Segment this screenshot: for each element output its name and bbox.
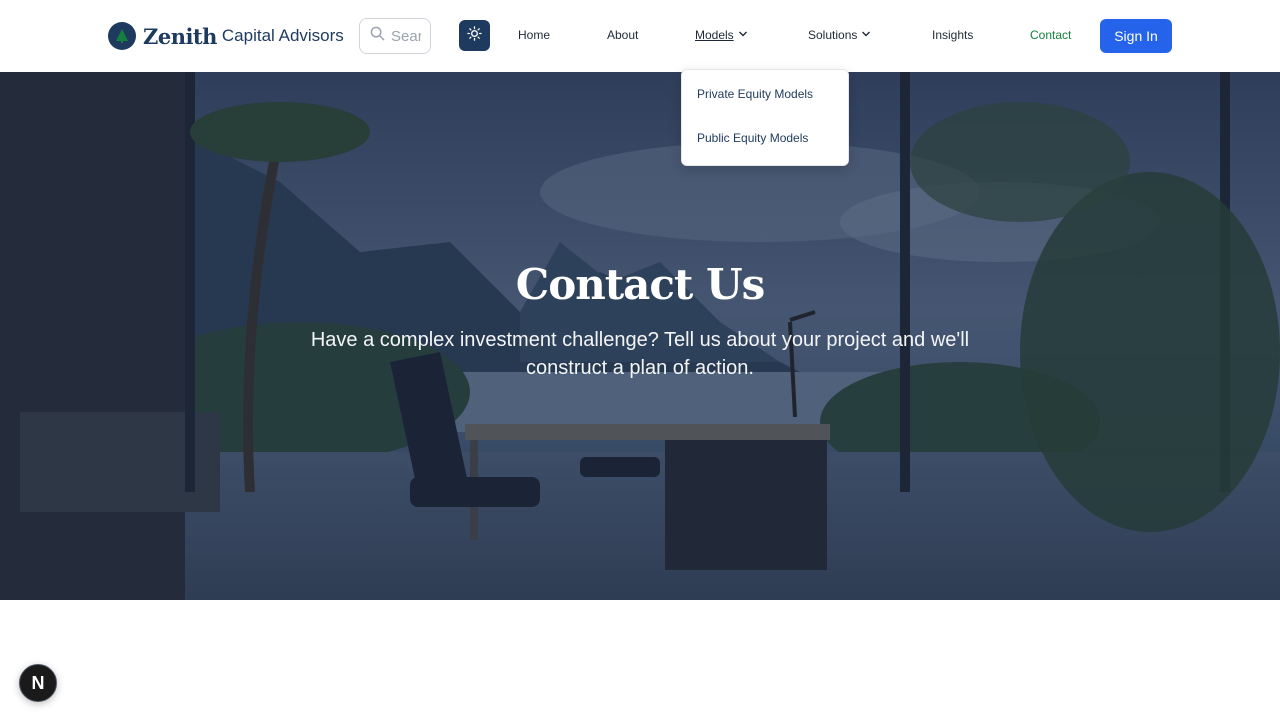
theme-toggle-button[interactable] (459, 20, 490, 51)
search-input[interactable] (391, 27, 421, 45)
nav-home-label: Home (518, 28, 551, 42)
brand-name: Zenith (143, 23, 217, 49)
nav-models[interactable]: Models (695, 27, 748, 43)
search-box[interactable] (359, 18, 431, 54)
nav-models-label: Models (695, 28, 734, 42)
nav-insights[interactable]: Insights (932, 27, 973, 43)
sign-in-button[interactable]: Sign In (1100, 19, 1172, 53)
nav-contact[interactable]: Contact (1030, 27, 1071, 43)
hero-subtitle: Have a complex investment challenge? Tel… (310, 329, 970, 379)
site-header: Zenith Capital Advisors Search Home Abou… (0, 0, 1280, 72)
nav-about[interactable]: About (607, 27, 638, 43)
logo[interactable]: Zenith Capital Advisors (108, 22, 344, 50)
dropdown-item-public-equity-models[interactable]: Public Equity Models (697, 131, 808, 145)
hero-section: Contact Us Have a complex investment cha… (0, 72, 1280, 600)
search-icon (370, 26, 385, 46)
nav-solutions-label: Solutions (808, 28, 858, 42)
dropdown-item-private-equity-models[interactable]: Private Equity Models (697, 87, 813, 101)
chevron-down-icon (734, 27, 748, 43)
models-dropdown-menu: Private Equity Models Public Equity Mode… (681, 69, 849, 166)
nav-home[interactable]: Home (518, 27, 550, 43)
sun-icon (467, 25, 482, 46)
page-title: Contact Us (515, 260, 765, 309)
nav-about-label: About (607, 28, 639, 42)
nav-contact-label: Contact (1030, 28, 1072, 42)
nav-insights-label: Insights (932, 28, 974, 42)
nav-solutions[interactable]: Solutions (808, 27, 871, 43)
dev-tools-badge[interactable]: N (19, 664, 57, 702)
tree-logo-icon (108, 22, 136, 50)
chevron-down-icon (857, 27, 871, 43)
brand-subtitle: Capital Advisors (221, 26, 344, 45)
